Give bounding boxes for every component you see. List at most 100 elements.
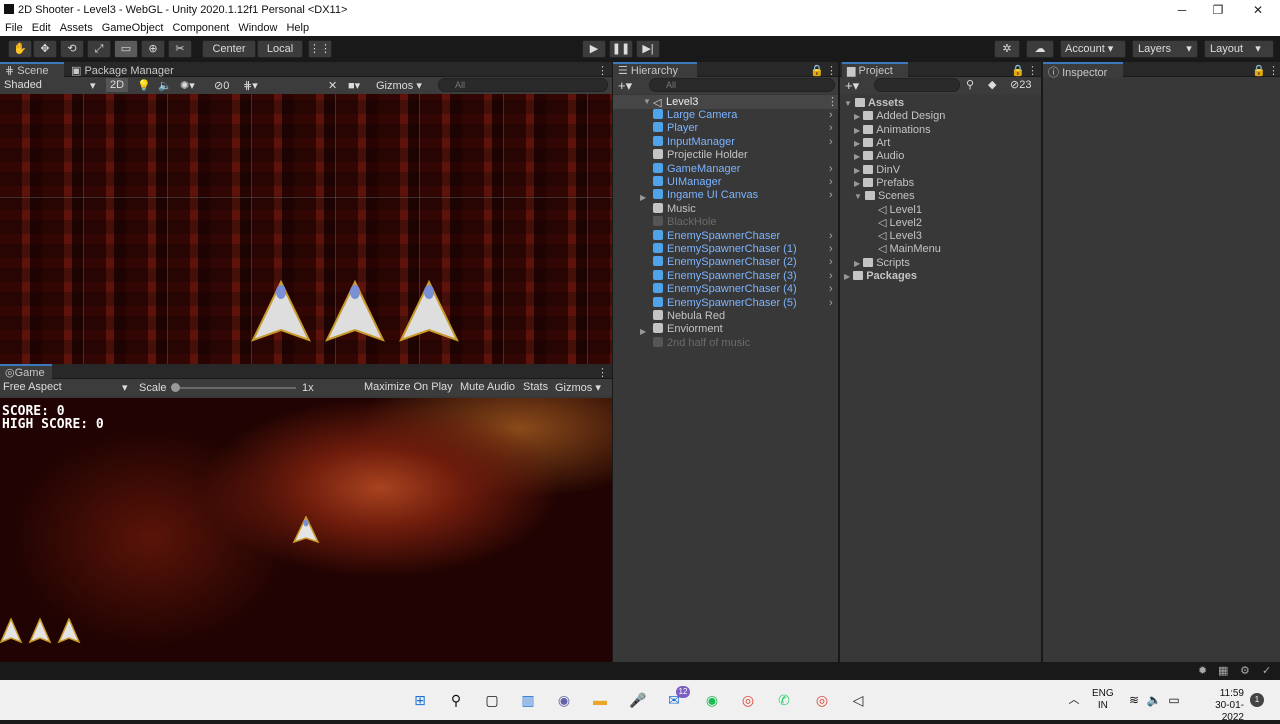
cloud-icon[interactable]: ☁ [1026,40,1054,58]
folder-expand-icon[interactable]: ▶ [854,179,860,188]
project-folder-row[interactable]: ▶ Added Design [854,110,945,123]
project-folder-row[interactable]: ▶ DinV [854,164,900,177]
rect-tool-icon[interactable]: ▭ [114,40,138,58]
prefab-open-arrow-icon[interactable]: › [829,256,833,269]
hierarchy-item[interactable]: InputManager › [653,135,838,149]
hidden-packages-icon[interactable]: ⊘23 [1010,78,1031,91]
hierarchy-item[interactable]: Player › [653,122,838,135]
scenes-expand-icon[interactable]: ▼ [854,192,862,201]
pivot-center-button[interactable]: Center [202,40,256,58]
menu-component[interactable]: Component [167,20,233,34]
hierarchy-item[interactable]: Enviorment ▶ [640,323,838,336]
maximize-button[interactable]: ❐ [1200,0,1236,20]
folder-expand-icon[interactable]: ▶ [854,112,860,121]
layers-dropdown[interactable]: Layers ▾ [1132,40,1198,58]
hierarchy-item[interactable]: EnemySpawnerChaser (2) › [653,256,838,269]
tray-chevron-icon[interactable]: ︿ [1064,690,1084,710]
hand-tool-icon[interactable]: ✋ [8,40,32,58]
folder-expand-icon[interactable]: ▶ [854,166,860,175]
hierarchy-item[interactable]: Nebula Red [653,310,838,323]
stats-toggle[interactable]: Stats [523,381,548,393]
prefab-open-arrow-icon[interactable]: › [829,243,833,256]
scene-expand-icon[interactable]: ▼ [643,97,651,106]
scale-slider-handle[interactable] [171,383,180,392]
search-icon[interactable]: ⚲ [446,690,466,710]
project-menu-icon[interactable]: ⋮ [1022,62,1043,78]
menu-help[interactable]: Help [281,20,313,34]
microphone-icon[interactable]: 🎤 [628,690,648,710]
account-dropdown[interactable]: Account ▾ [1060,40,1126,58]
scripts-folder-row[interactable]: ▶ Scripts [854,257,910,270]
settings-icon[interactable]: ⚙ [1240,664,1250,677]
tab-hierarchy[interactable]: ☰ Hierarchy [613,62,697,78]
effects-icon[interactable]: ✺▾ [180,79,195,92]
scripts-expand-icon[interactable]: ▶ [854,259,860,268]
expand-arrow-icon[interactable]: ▶ [640,325,646,338]
folder-expand-icon[interactable]: ▶ [854,126,860,135]
packages-root-row[interactable]: ▶ Packages [844,270,917,283]
whatsapp-icon[interactable]: ✆ [774,690,794,710]
2d-toggle-button[interactable]: 2D [106,78,129,92]
hierarchy-item[interactable]: Ingame UI Canvas ▶ › [640,189,838,202]
close-button[interactable]: ✕ [1240,0,1276,20]
prefab-open-arrow-icon[interactable]: › [829,270,833,283]
tab-scene[interactable]: ⋕ Scene [0,62,64,78]
menu-gameobject[interactable]: GameObject [97,20,168,34]
spotify-icon[interactable]: ◉ [702,690,722,710]
project-search-input[interactable] [874,78,960,92]
hierarchy-item[interactable]: 2nd half of music [653,336,838,350]
prefab-open-arrow-icon[interactable]: › [829,163,833,176]
expand-arrow-icon[interactable]: ▶ [640,191,646,204]
scene-asset-row[interactable]: ◁ MainMenu [878,243,941,256]
minimize-button[interactable]: ─ [1164,0,1200,20]
prefab-open-arrow-icon[interactable]: › [829,283,833,296]
scene-viewport[interactable] [0,94,612,364]
game-viewport[interactable]: SCORE: 0 HIGH SCORE: 0 [0,398,612,662]
step-button[interactable]: ▶| [636,40,660,58]
rotate-tool-icon[interactable]: ⟲ [60,40,84,58]
shading-mode-dropdown[interactable]: Shaded [4,79,42,91]
scene-asset-row[interactable]: ◁ Level2 [878,217,922,230]
clock[interactable]: 11:59 30-01-2022 [1204,688,1244,724]
scene-asset-row[interactable]: ◁ Level3 [878,230,922,243]
prefab-open-arrow-icon[interactable]: › [829,109,833,122]
menu-window[interactable]: Window [233,20,281,34]
hierarchy-item[interactable]: EnemySpawnerChaser (4) › [653,283,838,296]
scene-row-menu-icon[interactable]: ⋮ [827,95,838,108]
unity-taskbar-icon[interactable]: ◁ [848,690,868,710]
hierarchy-scene-row[interactable]: ▼ ◁ Level3 ⋮ [613,95,838,109]
hierarchy-item[interactable]: Large Camera › [653,109,838,122]
language-indicator[interactable]: ENG IN [1092,688,1114,712]
prefab-open-arrow-icon[interactable]: › [829,122,833,135]
move-tool-icon[interactable]: ✥ [33,40,57,58]
assets-root-row[interactable]: ▼ Assets [844,97,904,110]
scene-search-input[interactable]: All [438,78,608,92]
chat-icon[interactable]: ◉ [554,690,574,710]
tab-project[interactable]: ▆ Project [842,62,908,78]
lighting-icon[interactable]: 💡 [137,79,151,92]
project-add-button[interactable]: +▾ [845,78,859,94]
tools-icon[interactable]: ✕ [328,79,337,92]
folder-expand-icon[interactable]: ▶ [854,139,860,148]
hierarchy-search-input[interactable]: All [649,78,835,92]
assets-expand-icon[interactable]: ▼ [844,99,852,108]
prefab-open-arrow-icon[interactable]: › [829,297,833,310]
volume-icon[interactable]: 🔈 [1144,690,1164,710]
hierarchy-item[interactable]: EnemySpawnerChaser › [653,229,838,243]
chrome-profile-icon[interactable]: ◎ [812,690,832,710]
check-icon[interactable]: ✓ [1262,664,1271,677]
layout-dropdown[interactable]: Layout ▾ [1204,40,1274,58]
widgets-icon[interactable]: ▥ [518,690,538,710]
scene-menu-icon[interactable]: ⋮ [592,62,613,78]
project-folder-row[interactable]: ▶ Art [854,137,890,150]
folder-expand-icon[interactable]: ▶ [854,152,860,161]
hierarchy-item[interactable]: BlackHole [653,216,838,229]
task-view-icon[interactable]: ▢ [482,690,502,710]
packages-expand-icon[interactable]: ▶ [844,272,850,281]
filter-label-icon[interactable]: ◆ [988,78,996,91]
tab-game[interactable]: ◎Game [0,364,52,380]
notification-badge[interactable]: 1 [1250,693,1264,707]
hidden-objects-icon[interactable]: ⊘0 [214,79,229,92]
hierarchy-item[interactable]: UIManager › [653,176,838,189]
battery-icon[interactable]: ▭ [1164,690,1184,710]
